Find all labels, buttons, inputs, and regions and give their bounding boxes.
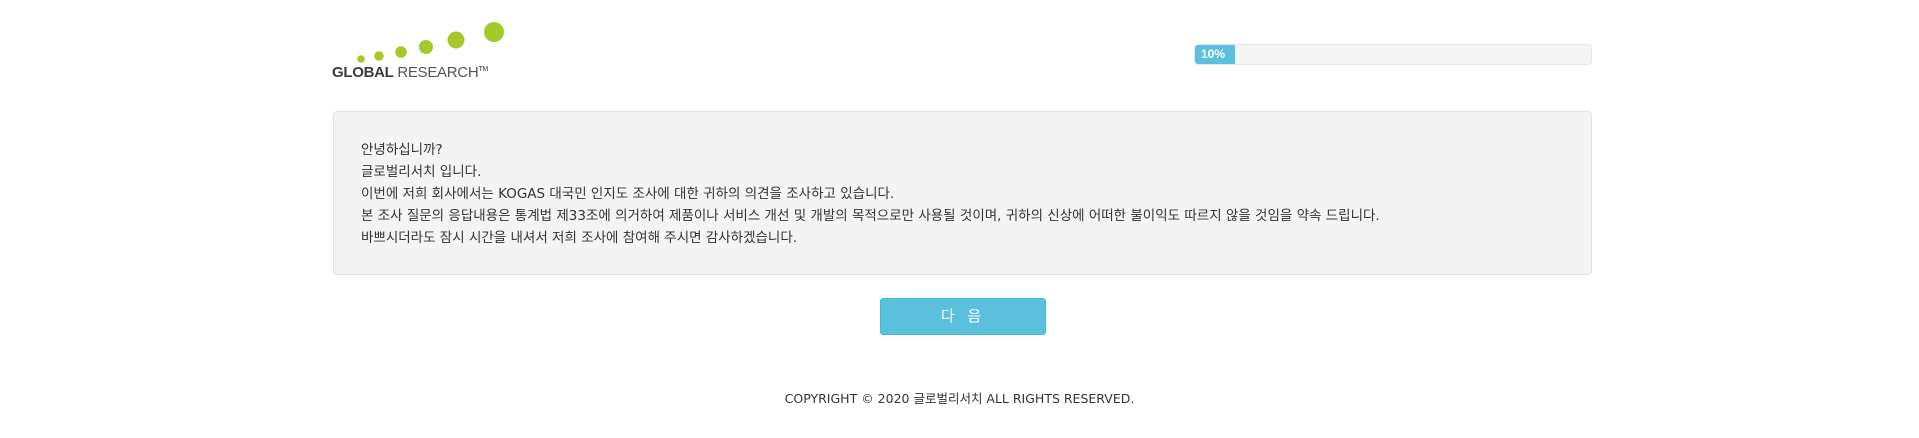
- survey-page: GLOBAL RESEARCHTM 10% 안녕하십니까? 글로벌리서치 입니다…: [0, 0, 1919, 438]
- progress-label: 10%: [1201, 47, 1226, 61]
- logo-trademark: TM: [478, 66, 488, 73]
- global-research-logo: GLOBAL RESEARCHTM: [332, 20, 522, 86]
- intro-message-box: 안녕하십니까? 글로벌리서치 입니다. 이번에 저희 회사에서는 KOGAS 대…: [333, 111, 1592, 275]
- message-line: 바쁘시더라도 잠시 시간을 내셔서 저희 조사에 참여해 주시면 감사하겠습니다…: [361, 230, 798, 246]
- logo-wordmark: GLOBAL RESEARCHTM: [332, 64, 488, 81]
- next-button[interactable]: 다 음: [880, 298, 1046, 335]
- message-line: 이번에 저희 회사에서는 KOGAS 대국민 인지도 조사에 대한 귀하의 의견…: [361, 186, 895, 202]
- message-line: 본 조사 질문의 응답내용은 통계법 제33조에 의거하여 제품이나 서비스 개…: [361, 208, 1380, 224]
- progress-bar: 10%: [1194, 44, 1592, 65]
- logo-text-light: RESEARCH: [393, 64, 479, 81]
- footer-copyright: COPYRIGHT © 2020 글로벌리서치 ALL RIGHTS RESER…: [784, 391, 1135, 406]
- logo-text-bold: GLOBAL: [332, 64, 394, 81]
- message-line: 안녕하십니까?: [361, 142, 443, 158]
- logo-dots-icon: [357, 22, 504, 63]
- message-line: 글로벌리서치 입니다.: [361, 164, 482, 180]
